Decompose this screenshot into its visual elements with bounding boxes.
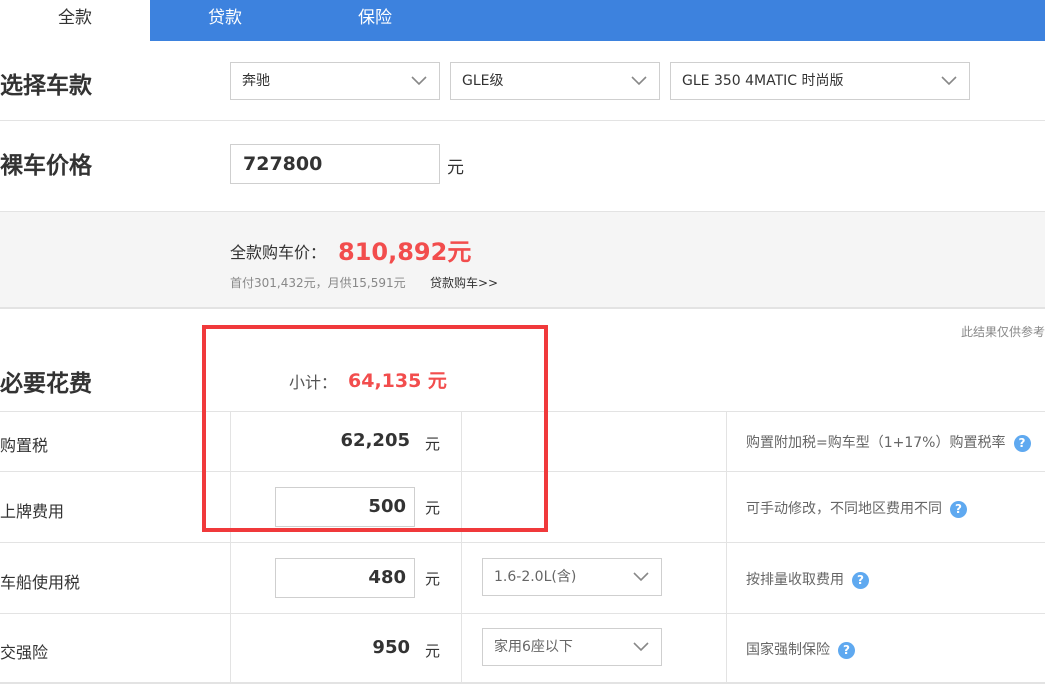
tab-insurance[interactable]: 保险 [300,0,450,41]
purchase-tax-desc: 购置附加税=购车型（1+17%）购置税率? [746,432,1031,452]
compulsory-insurance-desc: 国家强制保险? [746,639,855,659]
brand-select[interactable]: 奔驰 [230,62,440,100]
total-price-value: 810,892元 [338,238,472,266]
bare-price-input[interactable]: 727800 [230,144,440,184]
tab-full-payment[interactable]: 全款 [0,0,150,41]
chevron-down-icon [411,76,427,86]
registration-fee-desc-text: 可手动修改，不同地区费用不同 [746,501,942,517]
model-select-value: GLE 350 4MATIC 时尚版 [682,73,844,89]
brand-select-value: 奔驰 [242,73,270,89]
highlight-box [202,325,548,532]
compulsory-insurance-desc-text: 国家强制保险 [746,642,830,658]
vehicle-tax-desc-text: 按排量收取费用 [746,572,844,588]
payment-summary: 首付301,432元，月供15,591元 [230,276,406,290]
compulsory-insurance-label: 交强险 [0,643,49,662]
seat-type-select[interactable]: 家用6座以下 [482,628,662,666]
total-price-label: 全款购车价： [230,243,327,262]
divider [0,542,1045,543]
engine-displacement-value: 1.6-2.0L(含) [494,569,577,585]
column-divider [726,411,727,684]
series-select-value: GLE级 [462,73,504,89]
help-icon[interactable]: ? [1013,434,1031,452]
tab-loan[interactable]: 贷款 [150,0,300,41]
disclaimer-note: 此结果仅供参考 [960,325,1045,339]
required-costs-title: 必要花费 [0,371,92,397]
vehicle-tax-input[interactable]: 480 [275,558,415,598]
registration-fee-desc: 可手动修改，不同地区费用不同? [746,498,967,518]
chevron-down-icon [631,76,647,86]
bare-price-title: 裸车价格 [0,153,92,179]
registration-fee-label: 上牌费用 [0,502,65,521]
loan-purchase-link[interactable]: 贷款购车>> [430,274,498,291]
divider [0,120,1045,121]
vehicle-tax-desc: 按排量收取费用? [746,569,869,589]
engine-displacement-select[interactable]: 1.6-2.0L(含) [482,558,662,596]
series-select[interactable]: GLE级 [450,62,660,100]
chevron-down-icon [633,572,649,582]
bare-price-unit: 元 [447,158,464,178]
divider [0,613,1045,614]
select-car-title: 选择车款 [0,73,92,99]
purchase-tax-desc-text: 购置附加税=购车型（1+17%）购置税率 [746,435,1006,451]
seat-type-value: 家用6座以下 [494,639,573,655]
help-icon[interactable]: ? [950,500,967,518]
tab-bar: 全款 贷款 保险 [0,0,1045,41]
vehicle-tax-unit: 元 [425,570,441,588]
help-icon[interactable]: ? [838,641,855,659]
chevron-down-icon [633,642,649,652]
help-icon[interactable]: ? [852,571,869,589]
vehicle-tax-label: 车船使用税 [0,573,81,592]
compulsory-insurance-unit: 元 [425,642,441,660]
divider [0,682,1045,684]
summary-panel [0,211,1045,309]
chevron-down-icon [941,76,957,86]
compulsory-insurance-value: 950 [372,637,410,658]
purchase-tax-label: 购置税 [0,436,49,455]
model-select[interactable]: GLE 350 4MATIC 时尚版 [670,62,970,100]
